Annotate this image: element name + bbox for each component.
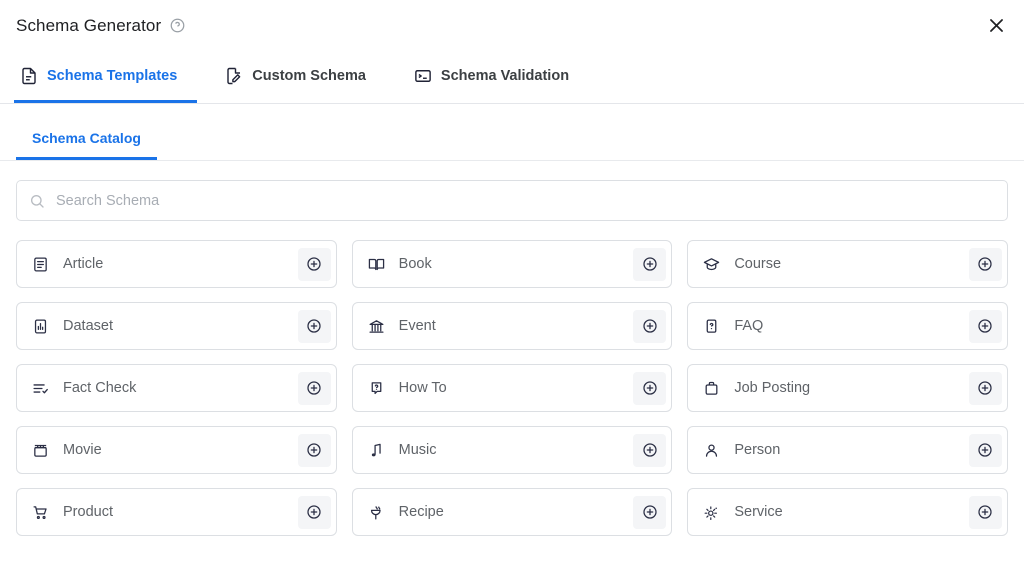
schema-label: Movie bbox=[63, 442, 298, 458]
plus-circle-icon[interactable] bbox=[969, 434, 1002, 467]
document-icon bbox=[20, 67, 38, 85]
dialog-header: Schema Generator bbox=[0, 0, 1024, 51]
cooking-pot-icon bbox=[367, 503, 386, 522]
plus-circle-icon[interactable] bbox=[298, 434, 331, 467]
plus-circle-icon[interactable] bbox=[969, 310, 1002, 343]
plus-circle-icon[interactable] bbox=[969, 496, 1002, 529]
close-icon[interactable] bbox=[982, 12, 1010, 40]
article-icon bbox=[31, 255, 50, 274]
plus-circle-icon[interactable] bbox=[633, 496, 666, 529]
person-icon bbox=[702, 441, 721, 460]
plus-circle-icon[interactable] bbox=[633, 248, 666, 281]
help-circle-icon[interactable] bbox=[170, 18, 185, 33]
help-square-icon bbox=[367, 379, 386, 398]
plus-circle-icon[interactable] bbox=[633, 310, 666, 343]
schema-label: Service bbox=[734, 504, 969, 520]
sub-tab-bar: Schema Catalog bbox=[0, 104, 1024, 161]
tab-custom-schema[interactable]: Custom Schema bbox=[219, 51, 386, 103]
chart-bar-icon bbox=[31, 317, 50, 336]
schema-label: Job Posting bbox=[734, 380, 969, 396]
schema-label: Article bbox=[63, 256, 298, 272]
schema-grid: Article Book bbox=[16, 240, 1008, 536]
question-box-icon bbox=[702, 317, 721, 336]
schema-label: Music bbox=[399, 442, 634, 458]
schema-card-service[interactable]: Service bbox=[687, 488, 1008, 536]
schema-card-product[interactable]: Product bbox=[16, 488, 337, 536]
tab-schema-validation[interactable]: Schema Validation bbox=[408, 51, 589, 103]
schema-card-course[interactable]: Course bbox=[687, 240, 1008, 288]
subtab-schema-catalog[interactable]: Schema Catalog bbox=[16, 130, 157, 160]
music-note-icon bbox=[367, 441, 386, 460]
plus-circle-icon[interactable] bbox=[633, 434, 666, 467]
tab-schema-templates[interactable]: Schema Templates bbox=[14, 51, 197, 103]
shopping-cart-icon bbox=[31, 503, 50, 522]
schema-card-person[interactable]: Person bbox=[687, 426, 1008, 474]
schema-label: Recipe bbox=[399, 504, 634, 520]
search-icon bbox=[29, 193, 45, 209]
plus-circle-icon[interactable] bbox=[298, 248, 331, 281]
catalog-body: Article Book bbox=[0, 161, 1024, 536]
schema-label: Fact Check bbox=[63, 380, 298, 396]
page-title: Schema Generator bbox=[16, 16, 161, 36]
document-edit-icon bbox=[225, 67, 243, 85]
tab-label: Schema Validation bbox=[441, 68, 569, 84]
schema-card-music[interactable]: Music bbox=[352, 426, 673, 474]
schema-label: Book bbox=[399, 256, 634, 272]
schema-label: Dataset bbox=[63, 318, 298, 334]
clapperboard-icon bbox=[31, 441, 50, 460]
schema-card-recipe[interactable]: Recipe bbox=[352, 488, 673, 536]
book-icon bbox=[367, 255, 386, 274]
schema-label: FAQ bbox=[734, 318, 969, 334]
main-tab-bar: Schema Templates Custom Schema Schema Va… bbox=[0, 51, 1024, 104]
list-check-icon bbox=[31, 379, 50, 398]
schema-card-article[interactable]: Article bbox=[16, 240, 337, 288]
search-bar[interactable] bbox=[16, 180, 1008, 221]
plus-circle-icon[interactable] bbox=[298, 496, 331, 529]
tab-label: Custom Schema bbox=[252, 68, 366, 84]
graduation-cap-icon bbox=[702, 255, 721, 274]
schema-label: Product bbox=[63, 504, 298, 520]
gear-icon bbox=[702, 503, 721, 522]
plus-circle-icon[interactable] bbox=[298, 372, 331, 405]
schema-label: How To bbox=[399, 380, 634, 396]
plus-circle-icon[interactable] bbox=[298, 310, 331, 343]
schema-card-movie[interactable]: Movie bbox=[16, 426, 337, 474]
schema-card-dataset[interactable]: Dataset bbox=[16, 302, 337, 350]
schema-card-event[interactable]: Event bbox=[352, 302, 673, 350]
plus-circle-icon[interactable] bbox=[969, 248, 1002, 281]
plus-circle-icon[interactable] bbox=[633, 372, 666, 405]
schema-label: Course bbox=[734, 256, 969, 272]
landmark-icon bbox=[367, 317, 386, 336]
schema-label: Person bbox=[734, 442, 969, 458]
schema-card-book[interactable]: Book bbox=[352, 240, 673, 288]
plus-circle-icon[interactable] bbox=[969, 372, 1002, 405]
schema-card-how-to[interactable]: How To bbox=[352, 364, 673, 412]
schema-label: Event bbox=[399, 318, 634, 334]
search-input[interactable] bbox=[56, 193, 995, 209]
tab-label: Schema Templates bbox=[47, 68, 177, 84]
terminal-icon bbox=[414, 67, 432, 85]
briefcase-icon bbox=[702, 379, 721, 398]
schema-card-faq[interactable]: FAQ bbox=[687, 302, 1008, 350]
schema-card-job-posting[interactable]: Job Posting bbox=[687, 364, 1008, 412]
schema-card-fact-check[interactable]: Fact Check bbox=[16, 364, 337, 412]
